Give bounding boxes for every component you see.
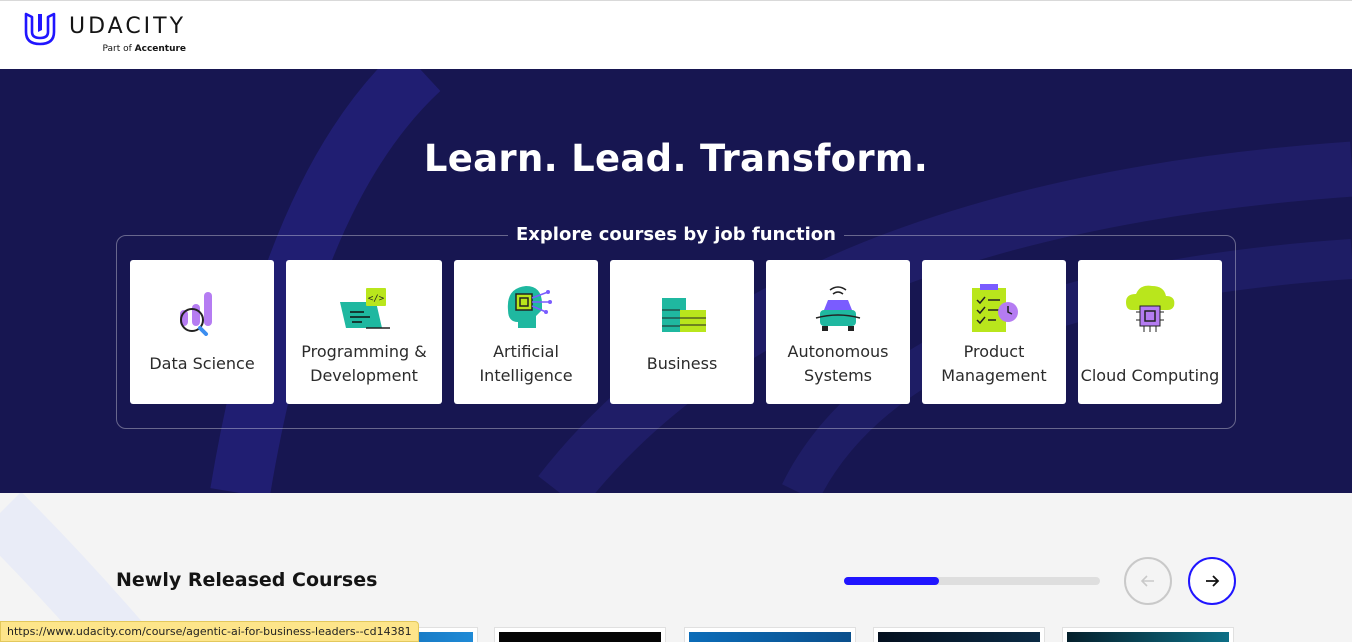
course-thumbnail — [878, 632, 1040, 642]
course-card[interactable] — [1062, 627, 1234, 642]
carousel-prev-button[interactable] — [1124, 557, 1172, 605]
category-label: Product Management — [941, 342, 1047, 385]
udacity-logo[interactable]: UDACITY Part of Accenture — [23, 12, 186, 54]
category-card-data-science[interactable]: Data Science — [130, 260, 274, 404]
carousel-next-button[interactable] — [1188, 557, 1236, 605]
category-label: Autonomous Systems — [787, 342, 889, 385]
data-science-icon — [180, 292, 212, 336]
browser-status-url: https://www.udacity.com/course/agentic-a… — [0, 621, 419, 642]
arrow-right-icon — [1206, 575, 1220, 587]
section-title: Newly Released Courses — [116, 569, 378, 591]
category-card-business[interactable]: Business — [610, 260, 754, 404]
course-thumbnail — [689, 632, 851, 642]
logo-tagline: Part of Accenture — [102, 44, 187, 54]
lower-background-arc — [0, 493, 143, 642]
programming-icon: </> — [340, 288, 390, 329]
course-thumbnail — [1067, 632, 1229, 642]
hero-section: Learn. Lead. Transform. Explore courses … — [0, 69, 1352, 493]
clipboard-checklist-icon — [972, 284, 1018, 332]
category-card-autonomous[interactable]: Autonomous Systems — [766, 260, 910, 404]
category-card-ai[interactable]: Artificial Intelligence — [454, 260, 598, 404]
course-card[interactable] — [684, 627, 856, 642]
carousel-progress — [844, 577, 1100, 585]
autonomous-car-icon — [815, 286, 861, 331]
category-card-programming[interactable]: </> Programming & Development — [286, 260, 442, 404]
category-label: Business — [646, 354, 718, 373]
carousel-progress-fill — [844, 577, 939, 585]
arrow-left-icon — [1140, 575, 1154, 587]
hero-title: Learn. Lead. Transform. — [423, 137, 929, 180]
category-label: Programming & Development — [301, 342, 427, 385]
job-function-heading: Explore courses by job function — [508, 221, 844, 249]
site-header: UDACITY Part of Accenture — [0, 0, 1352, 69]
category-card-cloud-computing[interactable]: Cloud Computing — [1078, 260, 1222, 404]
category-label: Data Science — [149, 354, 255, 373]
cloud-chip-icon — [1126, 285, 1175, 332]
category-card-product-management[interactable]: Product Management — [922, 260, 1066, 404]
buildings-icon — [662, 298, 706, 332]
course-thumbnail — [499, 632, 661, 642]
udacity-logo-icon — [24, 12, 56, 46]
newly-released-section: Newly Released Courses — [0, 493, 1352, 642]
category-label: Cloud Computing — [1080, 366, 1220, 385]
course-card[interactable] — [873, 627, 1045, 642]
category-label: Artificial Intelligence — [479, 342, 573, 385]
course-card[interactable] — [494, 627, 666, 642]
logo-wordmark: UDACITY — [69, 14, 187, 39]
svg-text:</>: </> — [368, 294, 385, 304]
ai-head-icon — [507, 286, 552, 328]
